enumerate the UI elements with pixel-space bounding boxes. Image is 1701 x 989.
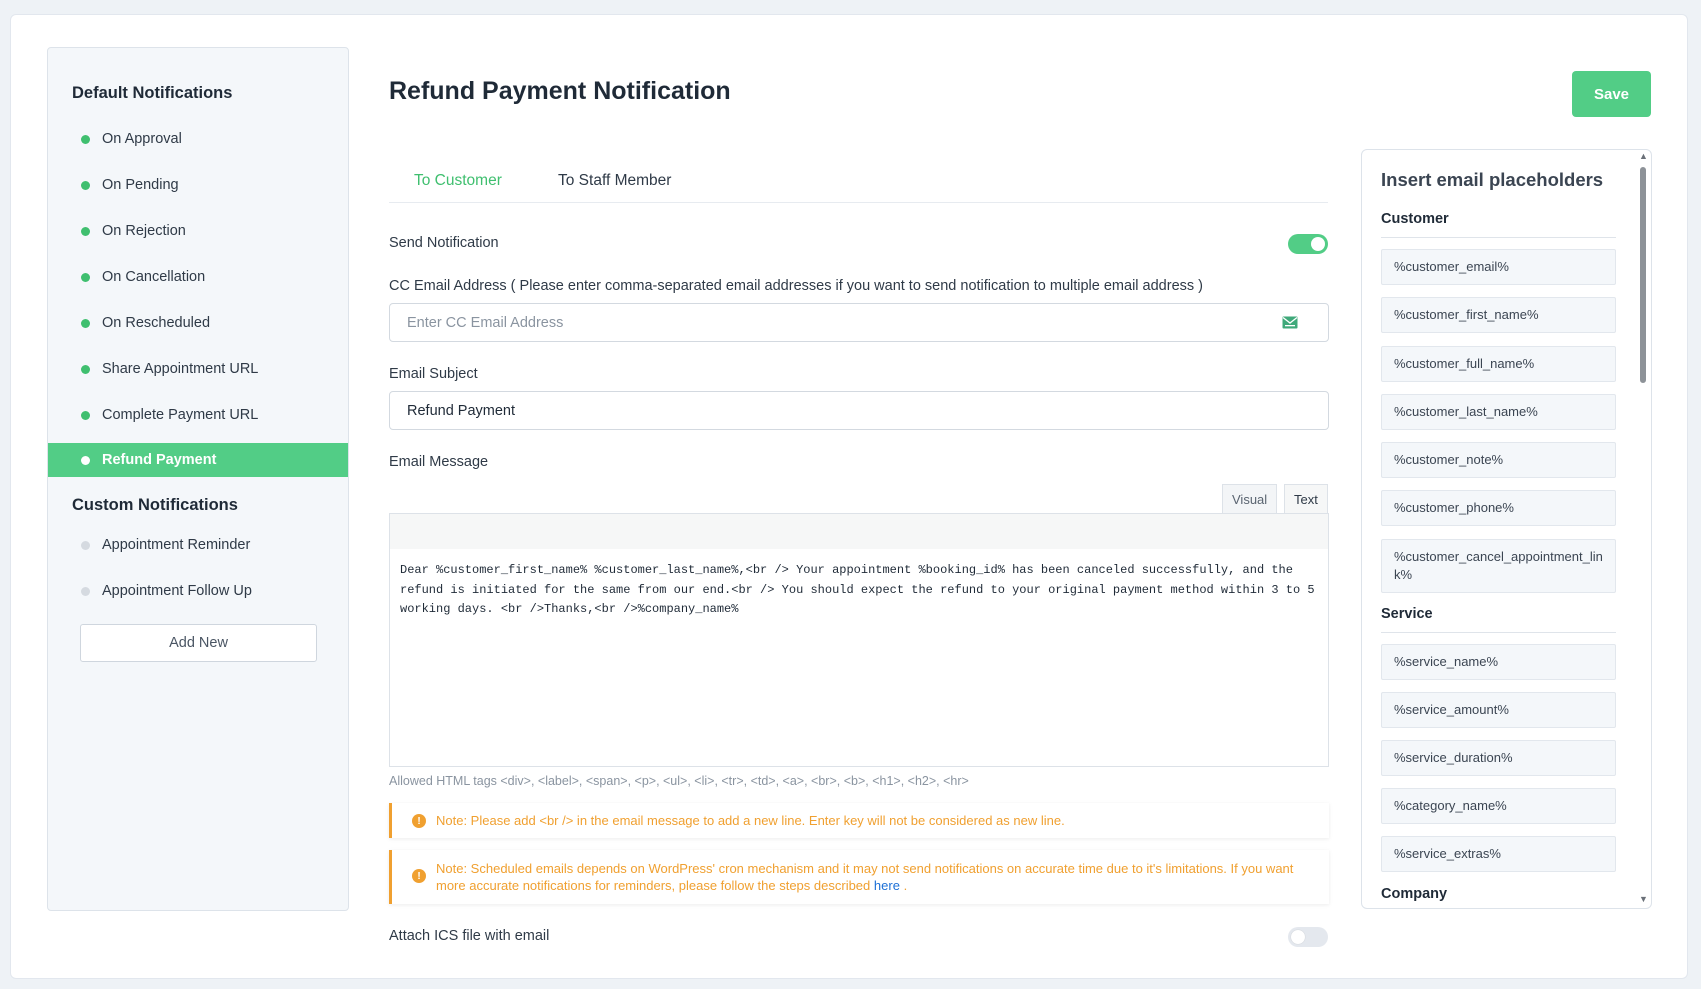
here-link[interactable]: here bbox=[874, 878, 900, 893]
mail-icon bbox=[1282, 316, 1298, 329]
email-subject-input[interactable] bbox=[389, 391, 1329, 430]
status-dot bbox=[81, 180, 90, 190]
placeholder-item[interactable]: %customer_email% bbox=[1381, 249, 1616, 285]
note-text: Note: Please add <br /> in the email mes… bbox=[436, 813, 1065, 828]
status-dot bbox=[81, 272, 90, 282]
cron-note: ! Note: Scheduled emails depends on Word… bbox=[389, 850, 1329, 904]
email-message-textarea[interactable]: Dear %customer_first_name% %customer_las… bbox=[389, 549, 1329, 767]
cc-email-label: CC Email Address ( Please enter comma-se… bbox=[389, 278, 1203, 294]
placeholder-item[interactable]: %service_duration% bbox=[1381, 740, 1616, 776]
status-dot bbox=[81, 226, 90, 236]
sidebar-item-label: Appointment Follow Up bbox=[102, 583, 252, 599]
sidebar-item-on-approval[interactable]: On Approval bbox=[48, 122, 348, 156]
placeholder-panel-title: Insert email placeholders bbox=[1381, 169, 1604, 190]
sidebar-item-complete-payment-url[interactable]: Complete Payment URL bbox=[48, 398, 348, 432]
placeholder-item[interactable]: %customer_note% bbox=[1381, 442, 1616, 478]
note-text-container: Note: Scheduled emails depends on WordPr… bbox=[436, 860, 1309, 894]
placeholder-panel: Insert email placeholders Customer %cust… bbox=[1361, 149, 1652, 909]
sidebar-item-label: Share Appointment URL bbox=[102, 361, 259, 377]
sidebar-item-appointment-follow-up[interactable]: Appointment Follow Up bbox=[48, 574, 348, 608]
send-notification-label: Send Notification bbox=[389, 235, 499, 251]
note-text-end: . bbox=[903, 878, 908, 893]
placeholder-item[interactable]: %customer_first_name% bbox=[1381, 297, 1616, 333]
customer-group-heading: Customer bbox=[1381, 211, 1449, 227]
placeholder-item[interactable]: %customer_full_name% bbox=[1381, 346, 1616, 382]
warning-icon: ! bbox=[412, 869, 426, 883]
placeholder-item[interactable]: %customer_cancel_appointment_link% bbox=[1381, 539, 1616, 593]
status-dot bbox=[81, 410, 90, 420]
notifications-sidebar: Default Notifications On Approval On Pen… bbox=[47, 47, 349, 911]
toggle-knob bbox=[1291, 930, 1305, 944]
tab-to-staff-member[interactable]: To Staff Member bbox=[558, 172, 671, 190]
sidebar-item-on-cancellation[interactable]: On Cancellation bbox=[48, 260, 348, 294]
cc-email-input[interactable] bbox=[389, 303, 1329, 342]
sidebar-item-label: Complete Payment URL bbox=[102, 407, 259, 423]
sidebar-item-appointment-reminder[interactable]: Appointment Reminder bbox=[48, 528, 348, 562]
sidebar-item-on-rejection[interactable]: On Rejection bbox=[48, 214, 348, 248]
sidebar-item-share-appointment-url[interactable]: Share Appointment URL bbox=[48, 352, 348, 386]
warning-icon: ! bbox=[412, 814, 426, 828]
sidebar-item-refund-payment[interactable]: Refund Payment bbox=[48, 443, 348, 477]
save-button[interactable]: Save bbox=[1572, 71, 1651, 117]
status-dot bbox=[81, 586, 90, 596]
placeholder-item[interactable]: %service_name% bbox=[1381, 644, 1616, 680]
placeholder-item[interactable]: %service_amount% bbox=[1381, 692, 1616, 728]
note-text: Note: Scheduled emails depends on WordPr… bbox=[436, 861, 1294, 893]
sidebar-item-on-rescheduled[interactable]: On Rescheduled bbox=[48, 306, 348, 340]
tab-to-customer[interactable]: To Customer bbox=[414, 172, 502, 190]
status-dot bbox=[81, 318, 90, 328]
custom-notifications-heading: Custom Notifications bbox=[72, 496, 238, 514]
placeholder-item[interactable]: %category_name% bbox=[1381, 788, 1616, 824]
status-dot bbox=[81, 364, 90, 374]
send-notification-toggle[interactable] bbox=[1288, 234, 1328, 254]
toggle-knob bbox=[1311, 237, 1325, 251]
attach-ics-label: Attach ICS file with email bbox=[389, 928, 550, 944]
divider bbox=[1381, 632, 1616, 633]
editor-tab-text[interactable]: Text bbox=[1284, 484, 1328, 514]
default-notifications-heading: Default Notifications bbox=[72, 84, 233, 102]
status-dot bbox=[81, 540, 90, 550]
email-message-label: Email Message bbox=[389, 454, 489, 470]
status-dot bbox=[81, 134, 90, 144]
recipient-tabs: To Customer To Staff Member bbox=[389, 160, 1328, 203]
placeholder-scrollbar-thumb[interactable] bbox=[1640, 167, 1646, 383]
scroll-up-arrow-icon[interactable]: ▲ bbox=[1639, 151, 1648, 161]
sidebar-item-label: On Rescheduled bbox=[102, 315, 211, 331]
allowed-tags-hint: Allowed HTML tags <div>, <label>, <span>… bbox=[389, 774, 969, 788]
page-title: Refund Payment Notification bbox=[389, 77, 731, 105]
newline-note: ! Note: Please add <br /> in the email m… bbox=[389, 803, 1329, 838]
sidebar-item-label: Refund Payment bbox=[102, 452, 217, 468]
scroll-down-arrow-icon[interactable]: ▼ bbox=[1639, 894, 1648, 904]
sidebar-item-on-pending[interactable]: On Pending bbox=[48, 168, 348, 202]
sidebar-item-label: Appointment Reminder bbox=[102, 537, 251, 553]
email-subject-label: Email Subject bbox=[389, 366, 478, 382]
divider bbox=[1381, 237, 1616, 238]
sidebar-item-label: On Rejection bbox=[102, 223, 186, 239]
company-group-heading: Company bbox=[1381, 886, 1448, 902]
sidebar-item-label: On Pending bbox=[102, 177, 179, 193]
sidebar-item-label: On Cancellation bbox=[102, 269, 206, 285]
placeholder-item[interactable]: %service_extras% bbox=[1381, 836, 1616, 872]
service-group-heading: Service bbox=[1381, 606, 1433, 622]
add-new-button[interactable]: Add New bbox=[80, 624, 317, 662]
placeholder-item[interactable]: %customer_last_name% bbox=[1381, 394, 1616, 430]
sidebar-item-label: On Approval bbox=[102, 131, 182, 147]
editor-tab-visual[interactable]: Visual bbox=[1222, 484, 1278, 514]
attach-ics-toggle[interactable] bbox=[1288, 927, 1328, 947]
placeholder-item[interactable]: %customer_phone% bbox=[1381, 490, 1616, 526]
editor-toolbar bbox=[389, 513, 1329, 550]
status-dot bbox=[81, 455, 90, 465]
